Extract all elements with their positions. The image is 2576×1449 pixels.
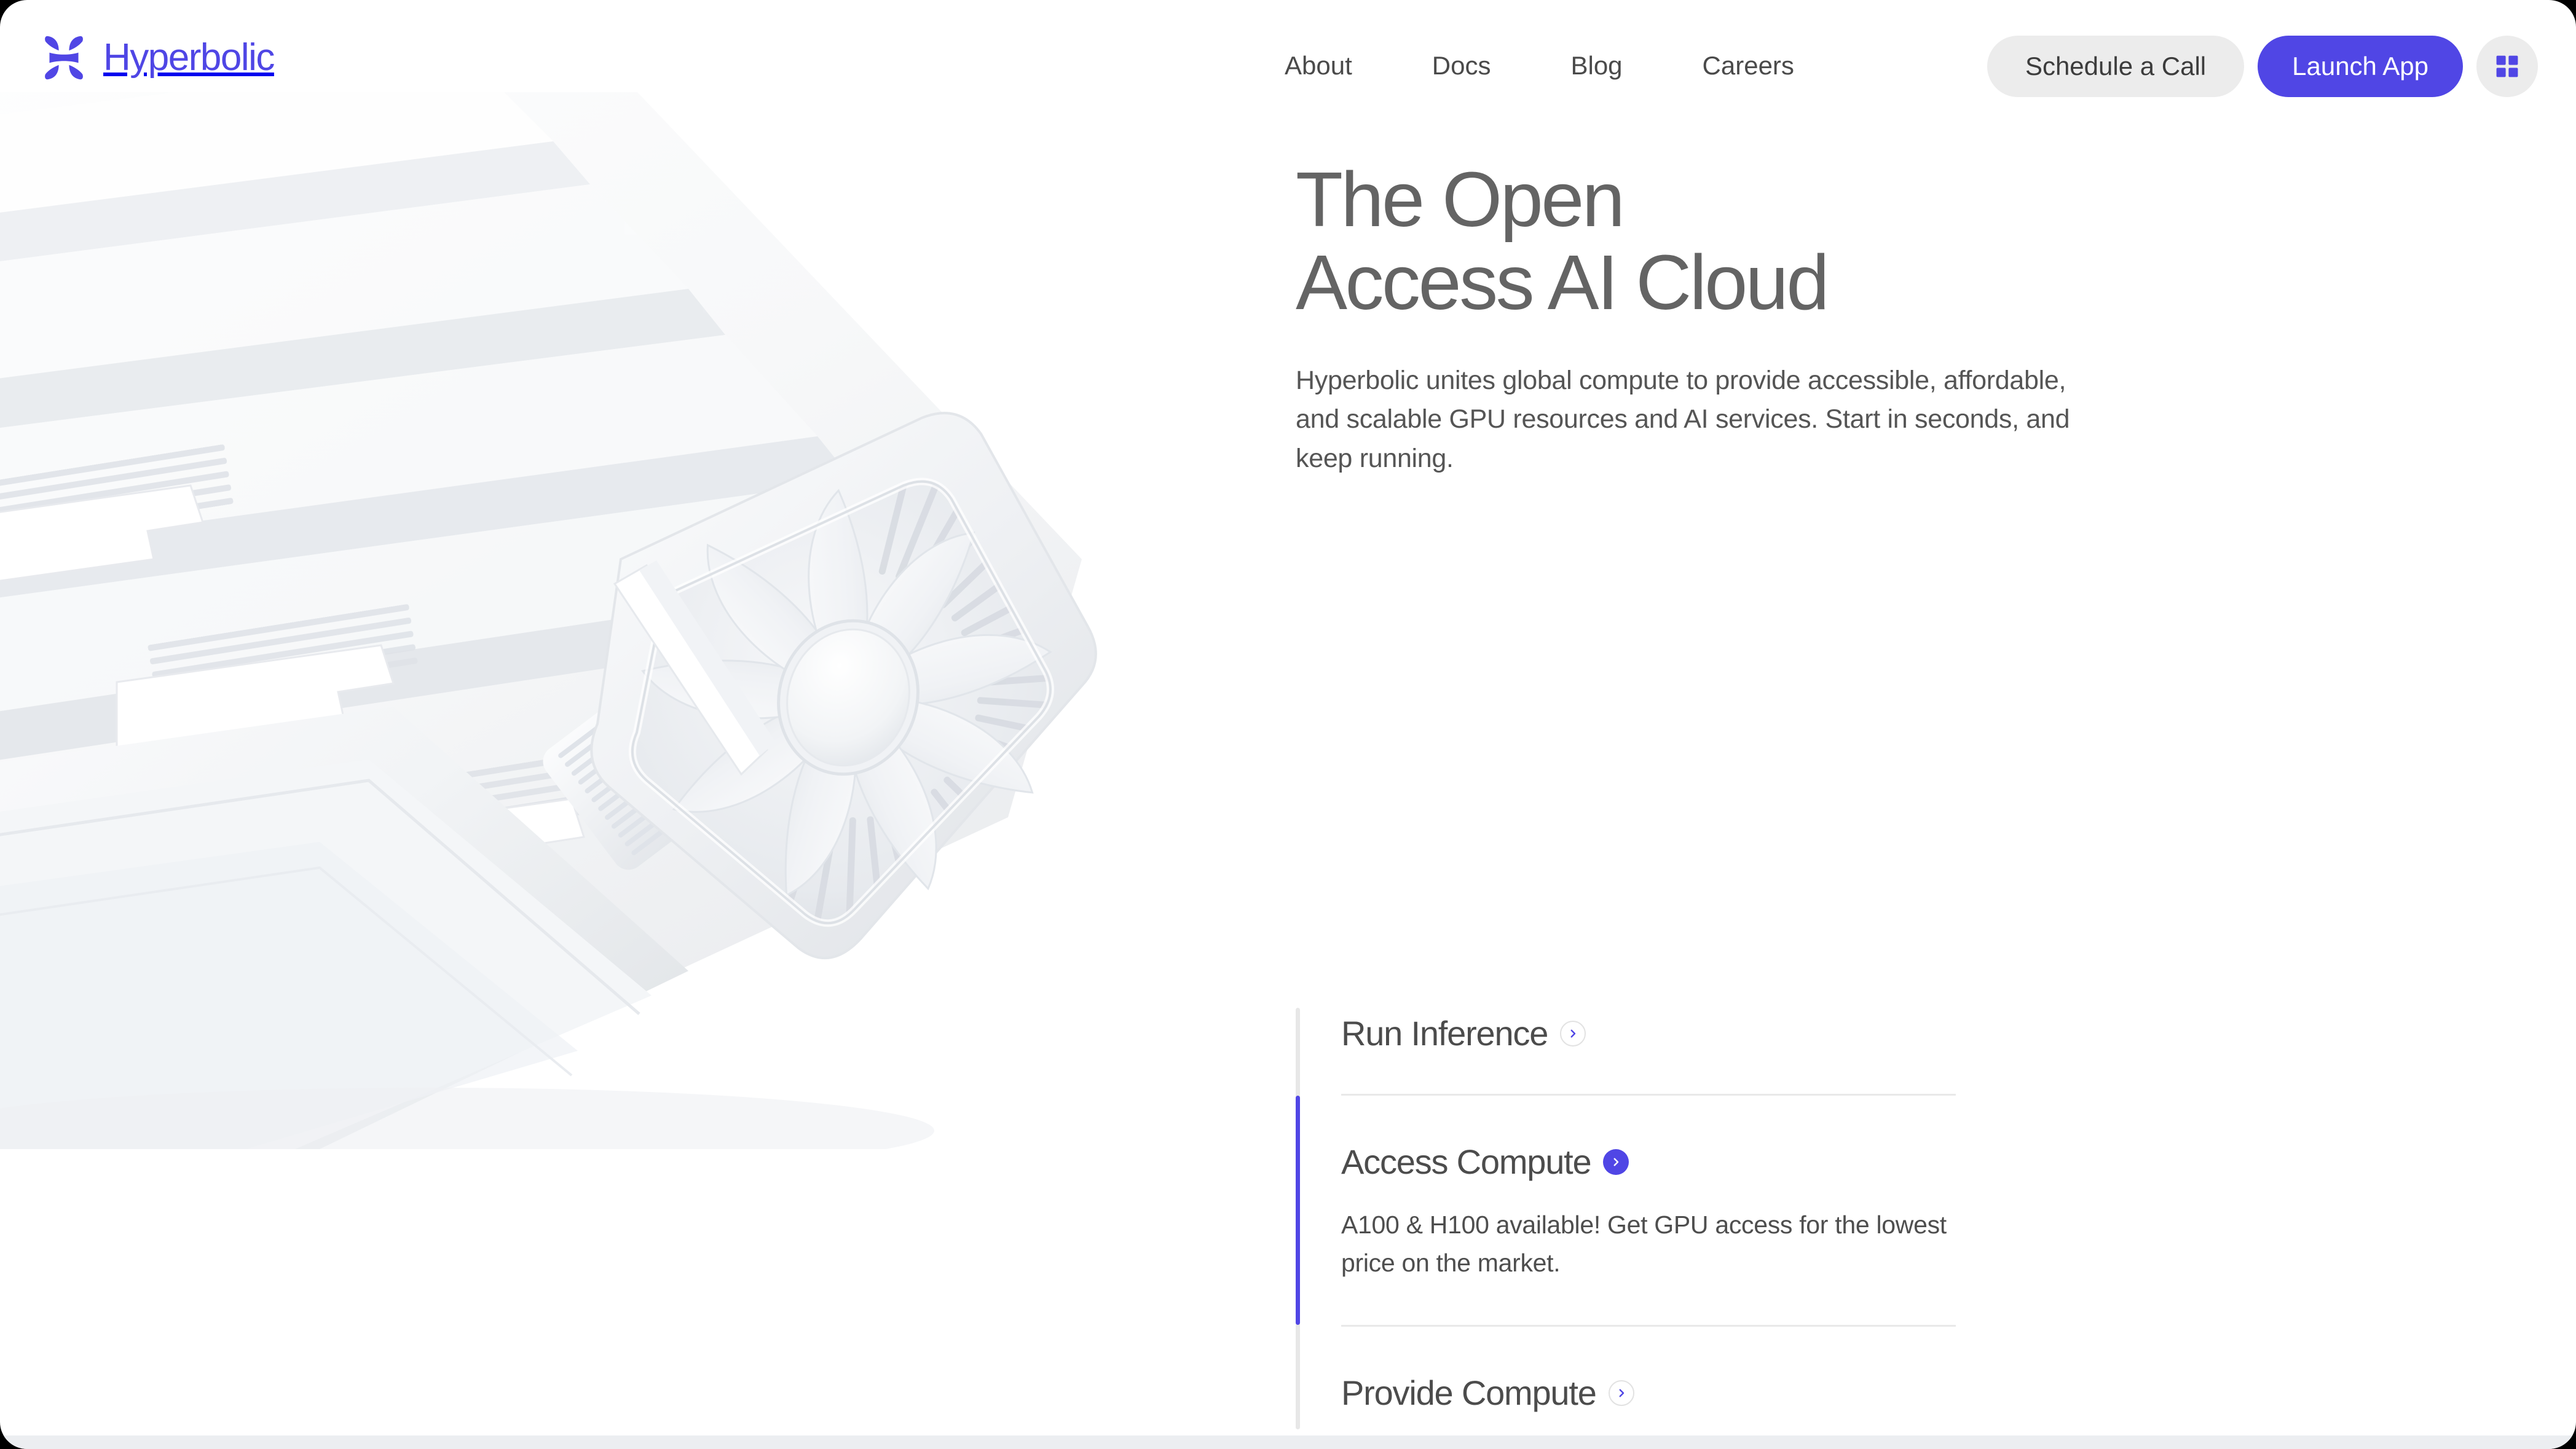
hero-description: Hyperbolic unites global compute to prov… <box>1296 365 2070 473</box>
chevron-right-icon[interactable] <box>1608 1380 1634 1406</box>
accordion-items: Run Inference Access Compute A100 & H100… <box>1341 1008 2021 1410</box>
bottom-edge-strip <box>0 1435 2576 1449</box>
accordion-header-run-inference[interactable]: Run Inference <box>1341 1008 2021 1051</box>
accordion-body: A100 & H100 available! Get GPU access fo… <box>1341 1211 1947 1277</box>
brand-name: Hyperbolic <box>103 36 275 79</box>
gpu-graphics-card-render <box>0 92 1106 1149</box>
accordion-rail-active-indicator <box>1296 1096 1300 1325</box>
page-title: The Open Access AI Cloud <box>1296 156 1829 326</box>
chevron-right-icon[interactable] <box>1603 1149 1629 1175</box>
accordion-title: Access Compute <box>1341 1142 1592 1181</box>
accordion-title: Run Inference <box>1341 1014 1548 1053</box>
grid-apps-icon <box>2495 55 2519 78</box>
page-root: Hyperbolic About Docs Blog Careers Sched… <box>0 0 2576 1449</box>
accordion-item-provide-compute: Provide Compute <box>1341 1327 2021 1410</box>
header-actions: Schedule a Call Launch App <box>1987 36 2538 97</box>
primary-nav: About Docs Blog Careers <box>1285 53 1794 79</box>
hero-copy: The Open Access AI Cloud Hyperbolic unit… <box>1296 156 2168 479</box>
chevron-right-icon[interactable] <box>1560 1021 1586 1046</box>
accordion-item-access-compute: Access Compute A100 & H100 available! Ge… <box>1341 1096 2021 1327</box>
hyperbolic-h-logo-icon <box>38 32 90 84</box>
accordion-title: Provide Compute <box>1341 1373 1597 1412</box>
schedule-a-call-button[interactable]: Schedule a Call <box>1987 36 2245 97</box>
hero-accordion: Run Inference Access Compute A100 & H100… <box>1296 1008 2021 1429</box>
nav-item-about[interactable]: About <box>1285 53 1352 79</box>
accordion-header-access-compute[interactable]: Access Compute <box>1341 1096 2021 1179</box>
nav-item-careers[interactable]: Careers <box>1703 53 1794 79</box>
accordion-header-provide-compute[interactable]: Provide Compute <box>1341 1327 2021 1410</box>
brand-logo-link[interactable]: Hyperbolic <box>38 32 275 84</box>
nav-item-docs[interactable]: Docs <box>1432 53 1491 79</box>
nav-item-blog[interactable]: Blog <box>1570 53 1622 79</box>
launch-app-button[interactable]: Launch App <box>2258 36 2463 97</box>
accordion-item-run-inference: Run Inference <box>1341 1008 2021 1096</box>
apps-grid-button[interactable] <box>2476 36 2538 97</box>
